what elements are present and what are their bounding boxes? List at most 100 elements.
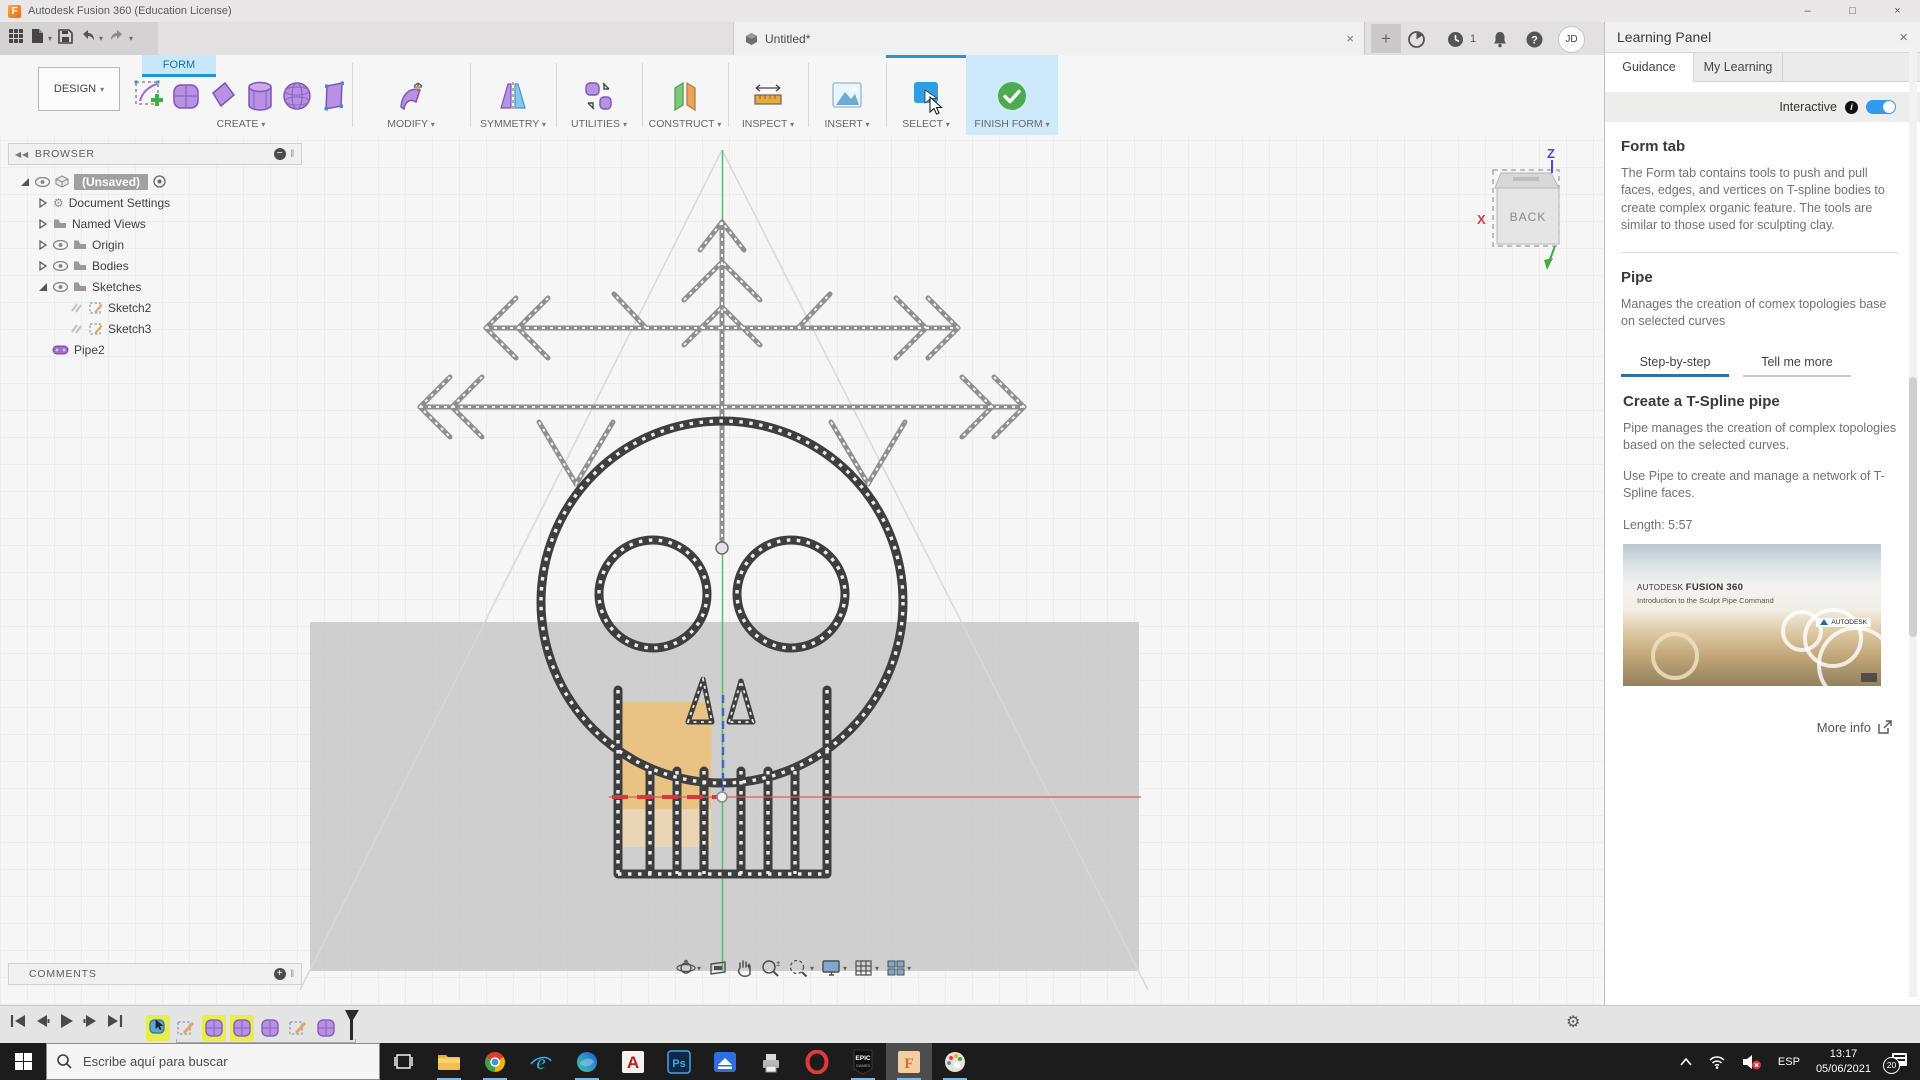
undo-icon[interactable] — [79, 29, 96, 48]
play-button[interactable] — [59, 1013, 74, 1034]
go-to-end-button[interactable] — [107, 1014, 123, 1033]
grid-settings-tool[interactable]: ▾ — [854, 959, 879, 978]
timeline-tspline-feature[interactable] — [314, 1015, 338, 1041]
create-box-icon[interactable] — [170, 79, 202, 118]
comments-grip[interactable]: ‖ — [290, 969, 295, 980]
create-sketch-icon[interactable] — [133, 79, 165, 118]
visibility-eye-icon[interactable] — [53, 282, 68, 292]
maximize-button[interactable]: □ — [1830, 1, 1875, 22]
timeline-form-feature[interactable] — [146, 1015, 170, 1041]
expander-closed-icon[interactable] — [38, 219, 48, 229]
app-grid-icon[interactable] — [8, 28, 24, 49]
redo-icon[interactable] — [109, 29, 126, 48]
utilities-menu[interactable]: UTILITIES ▾ — [556, 118, 642, 130]
viewports-tool[interactable]: ▾ — [886, 959, 911, 978]
selected-face-highlight-2[interactable] — [622, 809, 711, 847]
look-at-tool[interactable] — [708, 959, 728, 977]
utilities-convert-icon[interactable] — [582, 79, 616, 118]
collapse-chevrons-icon[interactable]: ◀◀ — [15, 150, 29, 159]
taskbar-app-epic-games[interactable]: EPICGAMES — [840, 1043, 886, 1080]
info-icon[interactable]: i — [1845, 101, 1858, 114]
modify-menu[interactable]: MODIFY ▾ — [352, 118, 470, 130]
lesson-video-thumbnail[interactable]: AUTODESK FUSION 360 Introduction to the … — [1623, 544, 1881, 686]
workspace-switcher[interactable]: DESIGN ▾ — [38, 67, 120, 111]
new-document-tab-button[interactable]: + — [1371, 24, 1401, 53]
tab-tell-me-more[interactable]: Tell me more — [1743, 355, 1851, 377]
selected-face-highlight[interactable] — [622, 702, 711, 809]
symmetry-menu[interactable]: SYMMETRY ▾ — [470, 118, 556, 130]
expander-closed-icon[interactable] — [38, 198, 48, 208]
search-input[interactable] — [81, 1053, 355, 1070]
view-cube[interactable]: BACK Z X — [1475, 142, 1575, 279]
minimize-button[interactable]: – — [1785, 1, 1830, 22]
tree-row-root[interactable]: (Unsaved) — [8, 171, 302, 192]
comments-expand-icon[interactable]: + — [274, 968, 286, 980]
tree-row-sketch2[interactable]: Sketch2 — [8, 297, 302, 318]
document-tab-close-icon[interactable]: × — [1346, 31, 1354, 46]
timeline-tspline-feature[interactable] — [258, 1015, 282, 1041]
comments-header[interactable]: COMMENTS + ‖ — [8, 963, 302, 985]
browser-grip[interactable]: ‖ — [290, 149, 295, 160]
more-info-link[interactable]: More info — [1621, 720, 1892, 735]
create-sphere-icon[interactable] — [281, 79, 313, 118]
pipe-antlers[interactable] — [420, 222, 1024, 548]
step-forward-button[interactable] — [83, 1014, 98, 1033]
create-cylinder-icon[interactable] — [244, 79, 276, 118]
file-menu-icon[interactable] — [30, 28, 45, 49]
timeline-tspline-feature[interactable] — [230, 1015, 254, 1041]
browser-header[interactable]: ◀◀ BROWSER − ‖ — [8, 143, 302, 165]
volume-muted-icon[interactable] — [1735, 1043, 1769, 1080]
insert-image-icon[interactable] — [830, 79, 864, 116]
notifications-bell-icon[interactable] — [1488, 27, 1512, 51]
visibility-eye-icon[interactable] — [53, 240, 68, 250]
pipe-node[interactable] — [716, 542, 728, 554]
origin-point[interactable] — [717, 792, 727, 802]
notification-center-icon[interactable]: 20 — [1880, 1043, 1914, 1080]
language-indicator[interactable]: ESP — [1771, 1043, 1807, 1080]
expander-closed-icon[interactable] — [38, 261, 48, 271]
activate-radio-icon[interactable] — [153, 175, 166, 188]
visibility-eye-icon[interactable] — [53, 261, 68, 271]
expander-open-icon[interactable] — [38, 282, 48, 292]
taskbar-clock[interactable]: 13:17 05/06/2021 — [1809, 1043, 1878, 1080]
taskbar-app-file-explorer[interactable] — [426, 1043, 472, 1080]
document-tab[interactable]: Untitled* × — [733, 22, 1365, 55]
expander-open-icon[interactable] — [20, 177, 30, 187]
undo-caret[interactable]: ▾ — [99, 34, 103, 43]
pan-tool[interactable] — [735, 958, 753, 978]
taskbar-search[interactable] — [46, 1043, 380, 1080]
job-status-clock-icon[interactable] — [1443, 27, 1467, 51]
finish-form-button[interactable]: FINISH FORM ▾ — [966, 118, 1058, 130]
create-plane-icon[interactable] — [207, 79, 239, 118]
taskbar-app-edge[interactable] — [564, 1043, 610, 1080]
hidden-eye-icon[interactable] — [70, 303, 84, 313]
create-face-icon[interactable] — [318, 79, 350, 118]
tree-row-named-views[interactable]: Named Views — [8, 213, 302, 234]
select-menu[interactable]: SELECT ▾ — [886, 118, 966, 130]
fit-tool[interactable]: ▾ — [788, 958, 814, 978]
grid-caret-icon[interactable]: ▾ — [875, 964, 879, 973]
taskbar-app-photoshop[interactable]: Ps — [656, 1043, 702, 1080]
taskbar-app-scanner[interactable] — [702, 1043, 748, 1080]
tree-row-sketch3[interactable]: Sketch3 — [8, 318, 302, 339]
tree-row-pipe2[interactable]: Pipe2 — [8, 339, 302, 360]
tree-row-document-settings[interactable]: ⚙ Document Settings — [8, 192, 302, 213]
taskbar-app-chrome[interactable] — [472, 1043, 518, 1080]
tab-step-by-step[interactable]: Step-by-step — [1621, 355, 1729, 377]
modify-edit-form-icon[interactable] — [394, 79, 428, 118]
hidden-icons-chevron[interactable] — [1673, 1043, 1699, 1080]
construct-plane-icon[interactable] — [668, 79, 702, 118]
timeline-sketch-feature[interactable] — [286, 1015, 310, 1041]
taskbar-app-printer[interactable] — [748, 1043, 794, 1080]
start-button[interactable] — [0, 1043, 46, 1080]
viewports-caret-icon[interactable]: ▾ — [907, 964, 911, 973]
expander-closed-icon[interactable] — [38, 240, 48, 250]
interactive-toggle[interactable] — [1866, 100, 1896, 114]
timeline-settings-gear-icon[interactable]: ⚙ — [1566, 1012, 1580, 1032]
tree-row-origin[interactable]: Origin — [8, 234, 302, 255]
fit-caret-icon[interactable]: ▾ — [810, 964, 814, 973]
orbit-tool[interactable]: ▾ — [676, 958, 701, 978]
create-menu[interactable]: CREATE ▾ — [132, 118, 350, 130]
hidden-eye-icon[interactable] — [70, 324, 84, 334]
help-icon[interactable]: ? — [1522, 27, 1546, 51]
